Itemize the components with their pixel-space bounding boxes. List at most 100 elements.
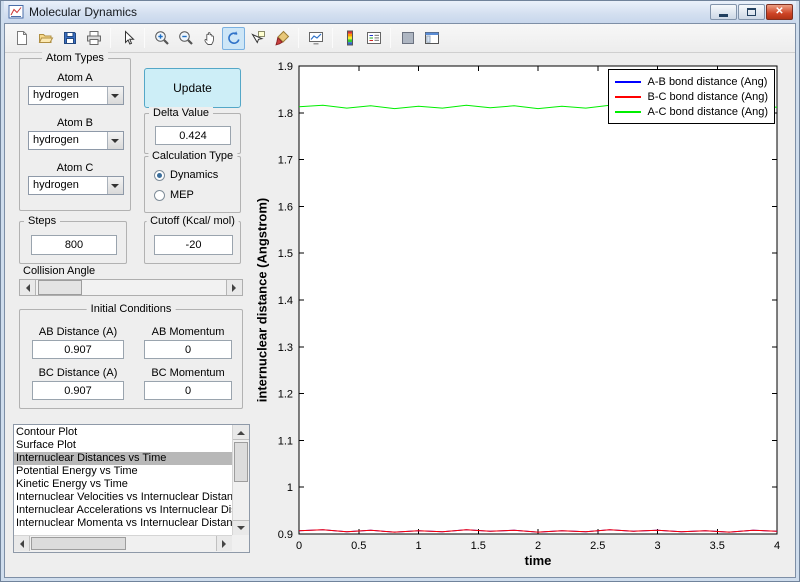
new-figure-button[interactable] <box>10 27 33 50</box>
legend-label-bc: B-C bond distance (Ang) <box>647 90 768 103</box>
legend-line-sample-ac <box>614 110 641 113</box>
list-vertical-scrollbar[interactable] <box>232 425 249 535</box>
legend-entry-ab: A-B bond distance (Ang) <box>614 74 768 89</box>
collision-angle-slider[interactable] <box>19 279 243 296</box>
dynamics-option[interactable]: Dynamics <box>154 169 218 181</box>
mep-radio[interactable] <box>154 189 165 201</box>
list-item-kinetic-energy[interactable]: Kinetic Energy vs Time <box>14 478 232 491</box>
brush-icon <box>274 30 289 46</box>
svg-text:1.7: 1.7 <box>278 155 293 167</box>
hide-plot-tools-button[interactable] <box>396 27 419 50</box>
dropdown-arrow-icon[interactable] <box>107 132 123 149</box>
delta-value-panel: Delta Value <box>144 107 241 154</box>
mep-option[interactable]: MEP <box>154 189 194 201</box>
scroll-down-button[interactable] <box>233 520 249 535</box>
list-item-internuclear-distances[interactable]: Internuclear Distances vs Time <box>14 452 232 465</box>
cutoff-input[interactable] <box>154 235 233 255</box>
ab-distance-input[interactable] <box>32 340 124 359</box>
delta-value-title: Delta Value <box>149 107 214 119</box>
edit-plot-cursor-icon <box>124 30 135 45</box>
edit-plot-button[interactable] <box>116 27 139 50</box>
pan-hand-icon <box>203 32 214 45</box>
list-item-surface-plot[interactable]: Surface Plot <box>14 439 232 452</box>
scroll-up-button[interactable] <box>233 425 249 440</box>
vertical-scroll-thumb[interactable] <box>234 442 248 482</box>
svg-text:1.5: 1.5 <box>471 540 486 552</box>
scroll-right-button[interactable] <box>216 536 232 551</box>
list-item-internuclear-velocities[interactable]: Internuclear Velocities vs Internuclear … <box>14 491 232 504</box>
bc-distance-input[interactable] <box>32 381 124 400</box>
close-button[interactable]: ✕ <box>766 4 793 20</box>
data-cursor-button[interactable] <box>246 27 269 50</box>
plot-canvas: 0 0.5 1 1.5 2 2.5 3 3.5 4 0.9 1 1.1 1.2 1.3 1.4 1.5 1.6 1… <box>278 61 780 552</box>
print-figure-button[interactable] <box>82 27 105 50</box>
svg-text:3: 3 <box>654 540 660 552</box>
plot-legend: A-B bond distance (Ang) B-C bond distanc… <box>607 69 775 124</box>
list-horizontal-scrollbar[interactable] <box>14 535 232 552</box>
link-plot-button[interactable] <box>304 27 327 50</box>
svg-text:1.9: 1.9 <box>278 61 293 73</box>
steps-panel: Steps <box>19 215 127 264</box>
list-item-internuclear-accelerations[interactable]: Internuclear Accelerations vs Internucle… <box>14 504 232 517</box>
svg-text:4: 4 <box>774 540 780 552</box>
cutoff-panel: Cutoff (Kcal/ mol) <box>144 215 241 264</box>
right-arrow-icon <box>222 539 230 548</box>
slider-right-arrow[interactable] <box>226 280 242 295</box>
open-file-button[interactable] <box>34 27 57 50</box>
svg-text:1.1: 1.1 <box>278 435 293 447</box>
scroll-left-button[interactable] <box>14 536 30 551</box>
initial-conditions-title: Initial Conditions <box>86 303 176 315</box>
app-icon <box>8 5 24 19</box>
brush-button[interactable] <box>270 27 293 50</box>
atom-c-select[interactable]: hydrogen <box>28 176 124 195</box>
insert-legend-button[interactable] <box>362 27 385 50</box>
zoom-in-button[interactable] <box>150 27 173 50</box>
legend-entry-ac: A-C bond distance (Ang) <box>614 104 768 119</box>
zoom-out-button[interactable] <box>174 27 197 50</box>
atom-b-select[interactable]: hydrogen <box>28 131 124 150</box>
minimize-button[interactable] <box>710 4 737 20</box>
toolbar-separator <box>332 28 333 48</box>
list-item-contour-plot[interactable]: Contour Plot <box>14 426 232 439</box>
title-bar[interactable]: Molecular Dynamics ✕ <box>4 1 796 23</box>
main-content: Atom Types Atom A hydrogen Atom B hydrog… <box>5 52 795 577</box>
slider-thumb[interactable] <box>38 280 82 295</box>
pan-button[interactable] <box>198 27 221 50</box>
rotate-3d-button[interactable] <box>222 26 245 50</box>
horizontal-scroll-thumb[interactable] <box>31 537 126 550</box>
ab-momentum-input[interactable] <box>144 340 232 359</box>
calculation-type-panel: Calculation Type Dynamics MEP <box>144 150 241 213</box>
svg-text:2.5: 2.5 <box>590 540 605 552</box>
bc-momentum-input[interactable] <box>144 381 232 400</box>
svg-text:1: 1 <box>415 540 421 552</box>
delta-value-input[interactable] <box>155 126 231 145</box>
toolbar-separator <box>390 28 391 48</box>
maximize-button[interactable] <box>738 4 765 20</box>
svg-text:0: 0 <box>296 540 302 552</box>
steps-input[interactable] <box>31 235 117 255</box>
dropdown-arrow-icon[interactable] <box>107 87 123 104</box>
atom-b-value: hydrogen <box>33 134 79 146</box>
ab-momentum-label: AB Momentum <box>151 326 225 338</box>
show-plot-tools-button[interactable] <box>420 27 443 50</box>
update-button[interactable]: Update <box>144 68 241 108</box>
legend-label-ac: A-C bond distance (Ang) <box>647 105 768 118</box>
atom-a-select[interactable]: hydrogen <box>28 86 124 105</box>
close-icon: ✕ <box>775 6 784 17</box>
list-item-internuclear-momenta[interactable]: Internuclear Momenta vs Internuclear Dis… <box>14 517 232 530</box>
atom-a-label: Atom A <box>57 72 93 84</box>
open-file-icon <box>38 34 53 43</box>
insert-colorbar-button[interactable] <box>338 27 361 50</box>
atom-c-value: hydrogen <box>33 179 79 191</box>
save-figure-button[interactable] <box>58 27 81 50</box>
slider-left-arrow[interactable] <box>20 280 36 295</box>
calculation-type-title: Calculation Type <box>147 150 238 162</box>
list-item-potential-energy[interactable]: Potential Energy vs Time <box>14 465 232 478</box>
legend-label-ab: A-B bond distance (Ang) <box>647 75 768 88</box>
dynamics-radio[interactable] <box>154 169 165 181</box>
steps-title: Steps <box>24 215 61 227</box>
dropdown-arrow-icon[interactable] <box>107 177 123 194</box>
left-arrow-icon <box>22 283 30 292</box>
dynamics-radio-label: Dynamics <box>170 169 219 181</box>
atom-types-panel: Atom Types Atom A hydrogen Atom B hydrog… <box>19 52 131 211</box>
